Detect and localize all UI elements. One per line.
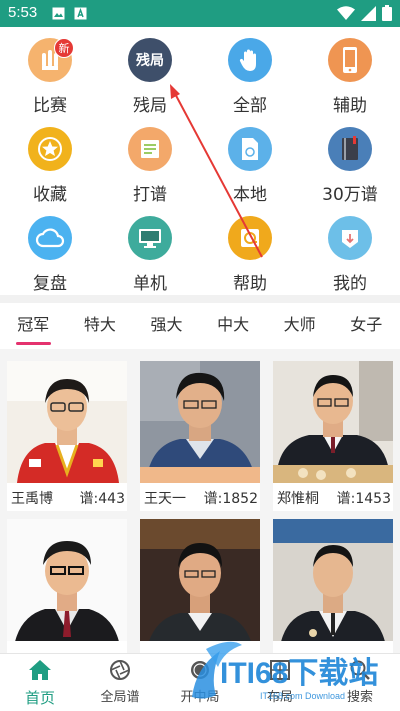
feature-grid: 新 比赛 残局 残局 全部 辅助 收藏 打谱 本地 30万谱 复盘 单机 帮助 … <box>0 27 400 295</box>
cloud-icon <box>28 216 72 260</box>
player-photo <box>140 519 260 641</box>
player-name: 郑惟桐 <box>277 491 319 507</box>
player-meta: 王天一 谱:1852 <box>140 486 260 508</box>
menu-label: 比赛 <box>33 96 67 116</box>
menu-label: 收藏 <box>33 185 67 205</box>
player-meta: 郑惟桐 谱:1453 <box>273 486 393 508</box>
status-time: 5:53 <box>8 4 38 21</box>
tab-women[interactable]: 女子 <box>333 303 400 349</box>
menu-item-single-player[interactable]: 单机 <box>100 205 200 294</box>
svg-text:ITI68下载站: ITI68下载站 <box>220 657 378 690</box>
player-photo <box>140 361 260 483</box>
menu-label: 辅助 <box>333 96 367 116</box>
new-badge: 新 <box>54 38 74 58</box>
menu-item-300k-records[interactable]: 30万谱 <box>300 116 400 205</box>
battery-icon <box>382 5 392 21</box>
active-tab-indicator <box>16 342 51 345</box>
player-meta: 王禹博 谱:443 <box>7 486 127 508</box>
player-card[interactable]: 王禹博 谱:443 <box>7 361 127 511</box>
menu-item-review[interactable]: 复盘 <box>0 205 100 294</box>
watermark: ITI68下载站 IT168.com Download <box>190 637 400 709</box>
record-count: 谱:1852 <box>203 491 258 507</box>
category-tabs: 冠军 特大 强大 中大 大师 女子 <box>0 303 400 349</box>
menu-item-all[interactable]: 全部 <box>200 27 300 116</box>
player-photo <box>273 519 393 641</box>
menu-item-favorites[interactable]: 收藏 <box>0 116 100 205</box>
record-count: 谱:443 <box>79 491 125 507</box>
nav-label: 首页 <box>24 689 55 707</box>
menu-label: 单机 <box>133 274 167 294</box>
signal-icon <box>361 5 376 21</box>
endgame-icon: 残局 <box>128 38 172 82</box>
player-card[interactable] <box>7 519 127 669</box>
menu-item-local[interactable]: 本地 <box>200 116 300 205</box>
player-photo <box>7 361 127 483</box>
my-icon <box>328 216 372 260</box>
app-notification-icon <box>74 7 87 20</box>
player-list: 王禹博 谱:443 王天一 谱:1852 郑惟桐 谱:1453 <box>0 349 400 669</box>
menu-label: 本地 <box>233 185 267 205</box>
player-name: 王天一 <box>144 491 186 507</box>
notebook-icon <box>128 127 172 171</box>
nav-home[interactable]: 首页 <box>0 654 80 711</box>
svg-text:IT168.com Download: IT168.com Download <box>260 691 345 701</box>
record-count: 谱:1453 <box>336 491 391 507</box>
player-card[interactable]: 郑惟桐 谱:1453 <box>273 361 393 511</box>
menu-item-mine[interactable]: 我的 <box>300 205 400 294</box>
tab-mid-master[interactable]: 中大 <box>200 303 267 349</box>
menu-label: 30万谱 <box>322 185 378 205</box>
menu-item-match[interactable]: 新 比赛 <box>0 27 100 116</box>
watermark-logo-icon: ITI68下载站 IT168.com Download <box>192 641 378 701</box>
monitor-icon <box>128 216 172 260</box>
nav-full-records[interactable]: 全局谱 <box>80 654 160 711</box>
menu-label: 我的 <box>333 274 367 294</box>
tab-strong-master[interactable]: 强大 <box>133 303 200 349</box>
nav-label: 全局谱 <box>100 690 140 705</box>
image-notification-icon <box>52 7 65 20</box>
status-bar: 5:53 <box>0 0 400 27</box>
phone-icon <box>328 38 372 82</box>
help-icon <box>228 216 272 260</box>
player-photo <box>7 519 127 641</box>
menu-label: 全部 <box>233 96 267 116</box>
star-icon <box>28 127 72 171</box>
player-name: 王禹博 <box>11 491 53 507</box>
aperture-icon <box>110 660 130 680</box>
menu-item-endgame[interactable]: 残局 残局 <box>100 27 200 116</box>
menu-label: 帮助 <box>233 274 267 294</box>
wifi-icon <box>337 5 355 20</box>
tab-champion[interactable]: 冠军 <box>0 303 67 349</box>
hand-icon <box>228 38 272 82</box>
menu-label: 复盘 <box>33 274 67 294</box>
book-icon <box>328 127 372 171</box>
menu-label: 残局 <box>133 96 167 116</box>
tab-master[interactable]: 大师 <box>266 303 333 349</box>
menu-item-assist[interactable]: 辅助 <box>300 27 400 116</box>
menu-item-help[interactable]: 帮助 <box>200 205 300 294</box>
menu-item-record[interactable]: 打谱 <box>100 116 200 205</box>
menu-label: 打谱 <box>133 185 167 205</box>
player-photo <box>273 361 393 483</box>
player-card[interactable]: 王天一 谱:1852 <box>140 361 260 511</box>
local-file-icon <box>228 127 272 171</box>
home-icon <box>29 660 51 680</box>
section-divider <box>0 295 400 303</box>
tab-super-master[interactable]: 特大 <box>67 303 134 349</box>
